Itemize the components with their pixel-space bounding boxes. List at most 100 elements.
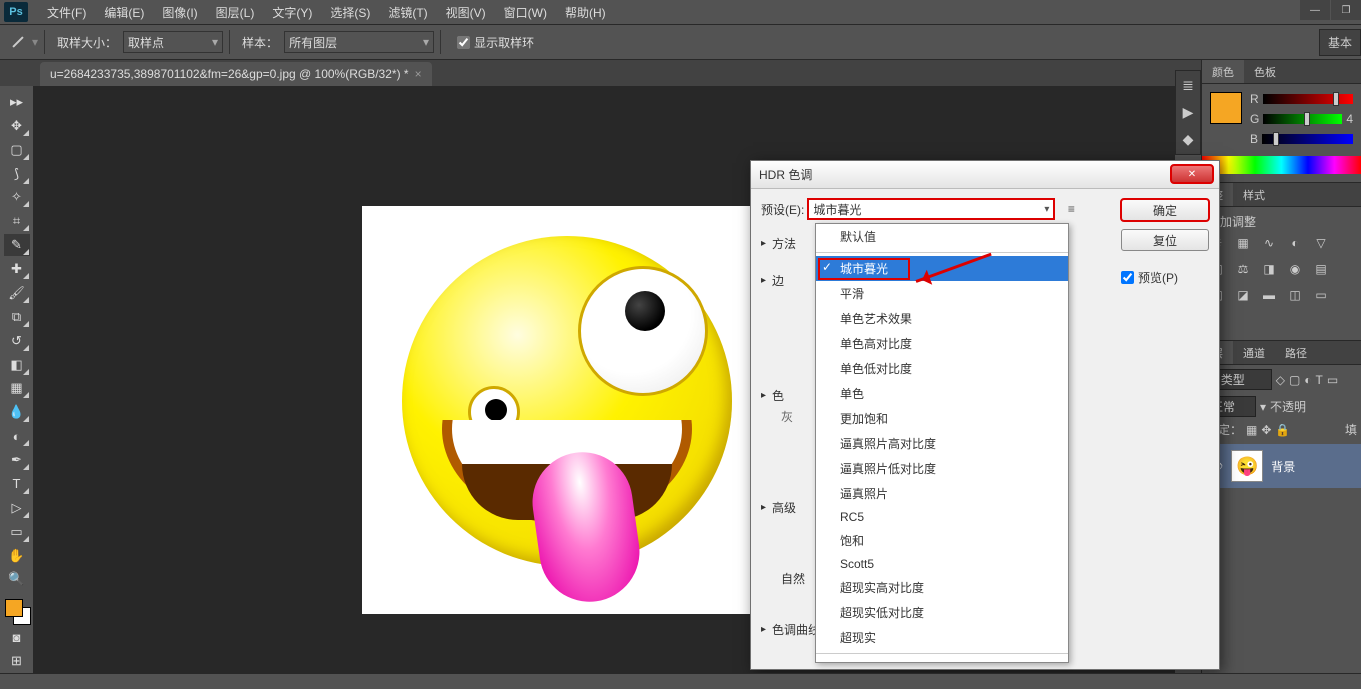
preset-option[interactable]: 城市暮光 (816, 256, 1068, 281)
heal-tool[interactable]: ✚ (4, 258, 30, 280)
preset-option[interactable]: 逼真照片 (816, 481, 1068, 506)
history-icon[interactable]: ≣ (1182, 77, 1194, 94)
move-tool[interactable]: ✥ (4, 115, 30, 137)
quickmask-tool[interactable]: ◙ (4, 626, 30, 648)
ok-button[interactable]: 确定 (1121, 199, 1209, 221)
preset-option[interactable]: 超现实高对比度 (816, 575, 1068, 600)
posterize-icon[interactable]: ▬ (1260, 286, 1278, 304)
close-tab-icon[interactable]: × (415, 67, 422, 81)
type-tool[interactable]: T (4, 473, 30, 495)
menu-item[interactable]: 选择(S) (321, 4, 379, 21)
brush-tool[interactable]: 🖌 (4, 282, 30, 304)
dialog-close-button[interactable]: ✕ (1171, 165, 1213, 183)
layer-filter-select[interactable]: 类型 (1216, 369, 1272, 390)
threshold-icon[interactable]: ◫ (1286, 286, 1304, 304)
panel-fg-swatch[interactable] (1210, 92, 1242, 124)
reset-button[interactable]: 复位 (1121, 229, 1209, 251)
preset-option[interactable]: 逼真照片低对比度 (816, 456, 1068, 481)
blur-tool[interactable]: 💧 (4, 401, 30, 423)
color-tab[interactable]: 颜色 (1202, 60, 1244, 83)
crop-tool[interactable]: ⌗ (4, 210, 30, 232)
preset-option[interactable]: Scott5 (816, 553, 1068, 575)
dodge-tool[interactable]: ◐ (4, 425, 30, 447)
color-swatches[interactable] (3, 597, 31, 625)
menu-item[interactable]: 文字(Y) (263, 4, 321, 21)
menu-item[interactable]: 窗口(W) (495, 4, 556, 21)
menu-item[interactable]: 滤镜(T) (379, 4, 436, 21)
workspace-button[interactable]: 基本 (1319, 29, 1361, 56)
mixer-icon[interactable]: ▤ (1312, 260, 1330, 278)
b-slider[interactable] (1262, 134, 1353, 144)
hand-tool[interactable]: ✋ (4, 545, 30, 567)
document-tab-bar: u=2684233735,3898701102&fm=26&gp=0.jpg @… (0, 60, 1361, 86)
sample-size-select[interactable]: 取样点 (123, 31, 223, 53)
curves-icon[interactable]: ∿ (1260, 234, 1278, 252)
window-restore[interactable]: ❐ (1331, 0, 1361, 20)
styles-tab[interactable]: 样式 (1233, 183, 1275, 206)
preset-select[interactable]: 城市暮光 (808, 199, 1054, 219)
color-spectrum[interactable] (1202, 156, 1361, 174)
menu-item[interactable]: 视图(V) (437, 4, 495, 21)
preset-option[interactable]: 更加饱和 (816, 406, 1068, 431)
sample-select[interactable]: 所有图层 (284, 31, 434, 53)
show-ring-checkbox[interactable]: 显示取样环 (457, 34, 534, 51)
history-brush-tool[interactable]: ↺ (4, 330, 30, 352)
lock-position-icon[interactable]: ✥ (1261, 423, 1271, 437)
preset-option[interactable]: 逼真照片高对比度 (816, 431, 1068, 456)
preset-option[interactable]: 单色高对比度 (816, 331, 1068, 356)
preset-option[interactable]: 超现实 (816, 625, 1068, 650)
preset-option[interactable]: 超现实低对比度 (816, 600, 1068, 625)
screenmode-tool[interactable]: ⊞ (4, 650, 30, 672)
eyedropper-tool[interactable]: ✎ (4, 234, 30, 256)
shape-tool[interactable]: ▭ (4, 521, 30, 543)
paths-tab[interactable]: 路径 (1275, 341, 1317, 364)
vibrance-icon[interactable]: ▽ (1312, 234, 1330, 252)
gradient-tool[interactable]: ▦ (4, 378, 30, 400)
eraser-tool[interactable]: ◧ (4, 354, 30, 376)
preset-option[interactable]: 平滑 (816, 281, 1068, 306)
bw-icon[interactable]: ◨ (1260, 260, 1278, 278)
window-minimize[interactable]: — (1300, 0, 1330, 20)
menu-item[interactable]: 编辑(E) (95, 4, 153, 21)
exposure-icon[interactable]: ◐ (1286, 234, 1304, 252)
preset-option[interactable]: 自定 (816, 657, 1068, 663)
stamp-tool[interactable]: ⧉ (4, 306, 30, 328)
photo-filter-icon[interactable]: ◉ (1286, 260, 1304, 278)
preset-option[interactable]: 饱和 (816, 528, 1068, 553)
menu-item[interactable]: 帮助(H) (556, 4, 615, 21)
preview-checkbox[interactable]: 预览(P) (1121, 269, 1209, 286)
lock-all-icon[interactable]: 🔒 (1275, 423, 1290, 437)
invert-icon[interactable]: ◪ (1234, 286, 1252, 304)
properties-icon[interactable]: ◆ (1183, 131, 1194, 148)
menu-item[interactable]: 图层(L) (207, 4, 264, 21)
preset-option[interactable]: 单色艺术效果 (816, 306, 1068, 331)
menu-item[interactable]: 图像(I) (153, 4, 206, 21)
canvas[interactable] (362, 206, 770, 614)
g-slider[interactable] (1263, 114, 1342, 124)
preset-option[interactable]: 默认值 (816, 224, 1068, 249)
fg-color-swatch[interactable] (5, 599, 23, 617)
lock-pixels-icon[interactable]: ▦ (1246, 423, 1257, 437)
preset-option[interactable]: 单色低对比度 (816, 356, 1068, 381)
collapse-icon[interactable]: ▸▸ (4, 91, 30, 113)
preset-menu-icon[interactable]: ≡ (1062, 200, 1080, 218)
pen-tool[interactable]: ✒ (4, 449, 30, 471)
dialog-titlebar[interactable]: HDR 色调 ✕ (751, 161, 1219, 189)
lasso-tool[interactable]: ⟆ (4, 163, 30, 185)
r-slider[interactable] (1263, 94, 1353, 104)
preset-option[interactable]: 单色 (816, 381, 1068, 406)
menu-item[interactable]: 文件(F) (38, 4, 95, 21)
gradient-map-icon[interactable]: ▭ (1312, 286, 1330, 304)
channels-tab[interactable]: 通道 (1233, 341, 1275, 364)
play-icon[interactable]: ▶ (1183, 104, 1194, 121)
path-tool[interactable]: ▷ (4, 497, 30, 519)
balance-icon[interactable]: ⚖ (1234, 260, 1252, 278)
document-tab[interactable]: u=2684233735,3898701102&fm=26&gp=0.jpg @… (40, 62, 432, 86)
preset-option[interactable]: RC5 (816, 506, 1068, 528)
layer-item[interactable]: 👁 😜 背景 (1202, 444, 1361, 488)
wand-tool[interactable]: ✧ (4, 187, 30, 209)
zoom-tool[interactable]: 🔍 (4, 569, 30, 591)
marquee-tool[interactable]: ▢ (4, 139, 30, 161)
levels-icon[interactable]: ▦ (1234, 234, 1252, 252)
swatches-tab[interactable]: 色板 (1244, 60, 1286, 83)
